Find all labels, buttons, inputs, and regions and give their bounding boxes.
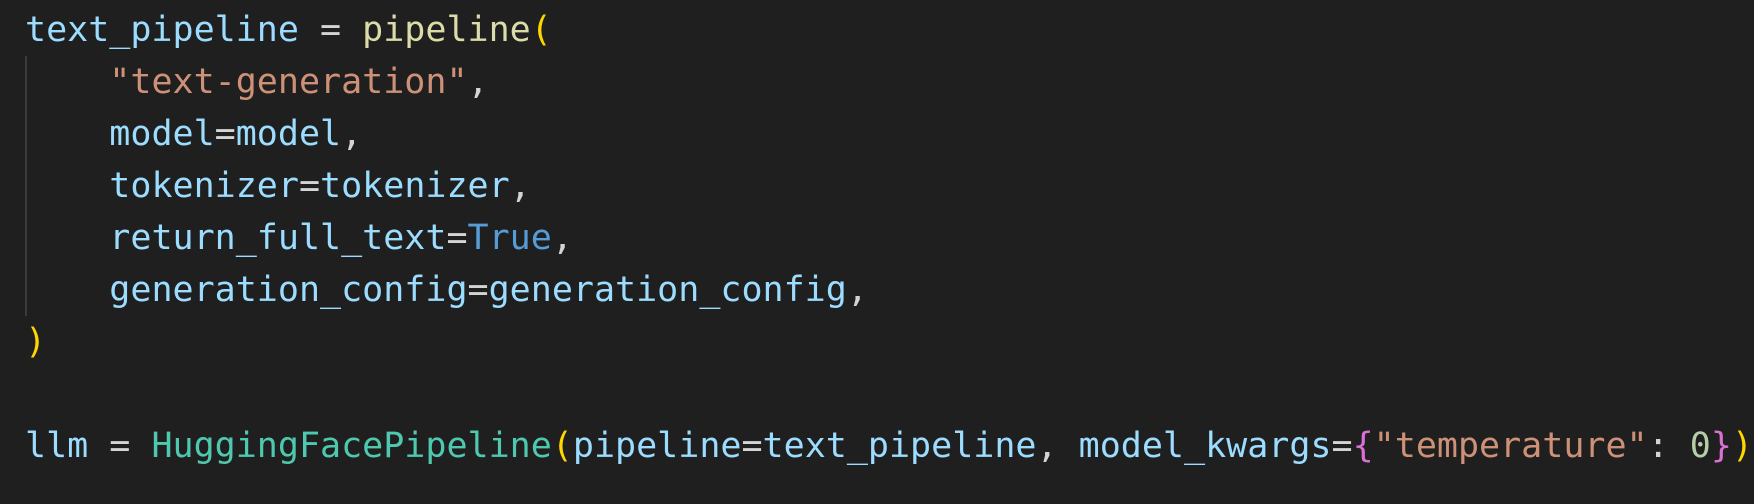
equals: = (741, 426, 763, 466)
code-line-2: "text-generation", (25, 56, 489, 108)
value-text-pipeline: text_pipeline (762, 426, 1037, 466)
equals: = (446, 218, 468, 258)
variable-llm: llm (25, 426, 89, 466)
code-line-3: model=model, (25, 108, 362, 160)
comma: , (467, 62, 489, 102)
keyword-true: True (467, 218, 552, 258)
comma: , (341, 114, 363, 154)
value-model: model (235, 114, 342, 154)
separator: , (1036, 426, 1079, 466)
colon: : (1647, 426, 1690, 466)
equals: = (214, 114, 236, 154)
param-model-kwargs: model_kwargs (1078, 426, 1332, 466)
paren-open: ( (530, 10, 552, 50)
code-line-7: ) (25, 316, 46, 368)
code-line-9: llm = HuggingFacePipeline(pipeline=text_… (25, 420, 1753, 472)
string-task: "text-generation" (109, 62, 468, 102)
paren-open: ( (551, 426, 573, 466)
variable-text-pipeline: text_pipeline (25, 10, 299, 50)
param-tokenizer: tokenizer (109, 166, 299, 206)
paren-close: ) (25, 322, 47, 362)
equals: = (467, 270, 489, 310)
number-zero: 0 (1689, 426, 1711, 466)
class-hugging-face-pipeline: HuggingFacePipeline (151, 426, 552, 466)
function-pipeline: pipeline (362, 10, 531, 50)
param-return-full-text: return_full_text (109, 218, 447, 258)
param-pipeline: pipeline (572, 426, 742, 466)
code-editor[interactable]: text_pipeline = pipeline( "text-generati… (0, 0, 1754, 504)
assign-operator: = (298, 10, 363, 50)
code-line-4: tokenizer=tokenizer, (25, 160, 531, 212)
brace-open: { (1352, 426, 1374, 466)
equals: = (298, 166, 321, 206)
string-temperature: "temperature" (1373, 426, 1648, 466)
code-line-6: generation_config=generation_config, (25, 264, 868, 316)
value-generation-config: generation_config (488, 270, 847, 310)
comma: , (551, 218, 573, 258)
param-generation-config: generation_config (109, 270, 468, 310)
param-model: model (109, 114, 215, 154)
equals: = (1331, 426, 1353, 466)
code-line-5: return_full_text=True, (25, 212, 573, 264)
assign-operator: = (88, 426, 152, 466)
paren-close: ) (1731, 426, 1753, 466)
code-line-1: text_pipeline = pipeline( (25, 4, 552, 56)
comma: , (509, 166, 531, 206)
comma: , (846, 270, 868, 310)
value-tokenizer: tokenizer (320, 166, 510, 206)
brace-close: } (1710, 426, 1732, 466)
